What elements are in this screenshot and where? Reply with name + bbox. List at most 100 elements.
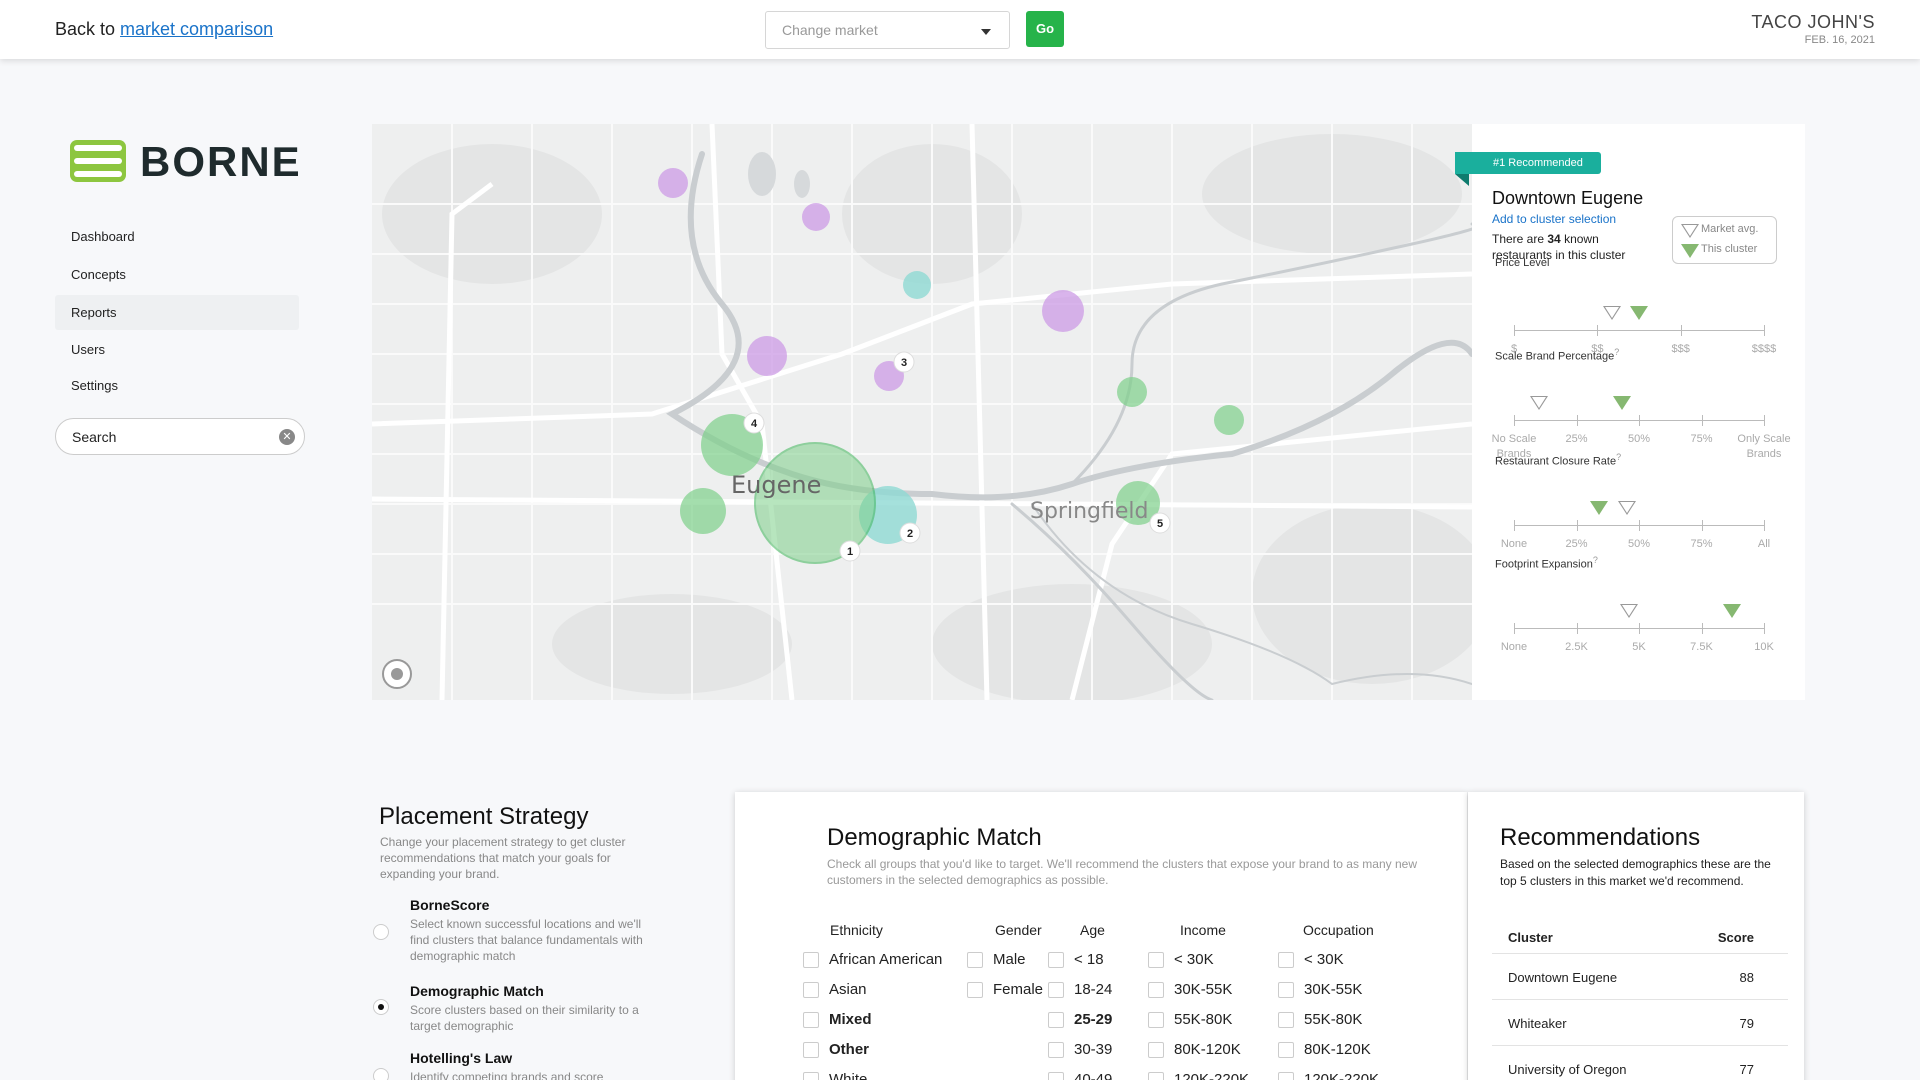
cluster-name: Downtown Eugene [1508, 970, 1618, 985]
checkbox[interactable] [1048, 982, 1064, 998]
checkbox[interactable] [803, 1042, 819, 1058]
checkbox[interactable] [1148, 952, 1164, 968]
checkbox-label: African American [829, 951, 943, 968]
cluster-bubble[interactable] [747, 336, 787, 376]
map-attribution-icon[interactable] [382, 659, 412, 689]
checkbox[interactable] [1148, 1072, 1164, 1080]
track-tick [1701, 623, 1703, 634]
help-icon[interactable]: ? [1593, 555, 1598, 565]
metric-track: None 25% 50% 75% All [1501, 501, 1770, 550]
checkbox-label: 80K-120K [1174, 1041, 1241, 1058]
checkbox-label: 30K-55K [1304, 981, 1363, 998]
checkbox[interactable] [1278, 1072, 1294, 1080]
help-icon[interactable]: ? [1616, 452, 1621, 462]
checkbox-label: 40-49 [1074, 1071, 1113, 1080]
cluster-bubble[interactable] [1214, 405, 1244, 435]
checkbox[interactable] [803, 1012, 819, 1028]
borne-logo[interactable]: BORNE [70, 138, 300, 185]
cluster-marker-2[interactable]: 2 [899, 522, 921, 544]
checkbox[interactable] [1148, 1042, 1164, 1058]
tick-label: 50% [1627, 433, 1651, 445]
cluster-bubble[interactable] [903, 271, 931, 299]
cluster-marker-4[interactable]: 4 [743, 412, 765, 434]
nav-reports[interactable]: Reports [55, 295, 299, 330]
help-icon[interactable]: ? [1614, 347, 1619, 357]
add-to-cluster-selection-link[interactable]: Add to cluster selection [1492, 212, 1616, 226]
checkbox[interactable] [967, 952, 983, 968]
legend: Market avg. This cluster [1672, 216, 1777, 264]
column-header: Occupation [1303, 922, 1374, 938]
checkbox[interactable] [1048, 1042, 1064, 1058]
checkbox[interactable] [1278, 952, 1294, 968]
checkbox[interactable] [1278, 982, 1294, 998]
search-value: Search [72, 429, 117, 445]
market-map[interactable]: Eugene Springfield 1 2 3 4 5 [372, 124, 1472, 700]
track-tick [1576, 520, 1578, 531]
svg-text:1: 1 [847, 546, 853, 558]
back-prefix: Back to [55, 19, 116, 39]
legend-market-avg: Market avg. [1701, 223, 1759, 235]
nav-concepts[interactable]: Concepts [55, 257, 299, 292]
checkbox[interactable] [1278, 1042, 1294, 1058]
bornescore-radio[interactable] [373, 924, 389, 940]
cluster-bubble[interactable] [802, 203, 830, 231]
checkbox-label: 120K-220K [1174, 1071, 1250, 1080]
checkbox[interactable] [1278, 1012, 1294, 1028]
table-row[interactable]: Downtown Eugene 88 [1492, 954, 1788, 1000]
market-comparison-link[interactable]: market comparison [120, 19, 273, 39]
this-cluster-marker-icon [1612, 396, 1631, 410]
cluster-bubble[interactable] [1117, 377, 1147, 407]
market-avg-marker-icon [1530, 396, 1548, 410]
checkbox[interactable] [1048, 952, 1064, 968]
go-button[interactable]: Go [1026, 11, 1064, 47]
tick-label: None [1500, 641, 1528, 653]
placement-strategy-title: Placement Strategy [379, 803, 589, 830]
cluster-score: 88 [1739, 970, 1754, 985]
this-cluster-marker-icon [1590, 501, 1608, 515]
checkbox[interactable] [803, 1072, 819, 1080]
tick-label: 2.5K [1565, 641, 1588, 653]
demographic-match-subtitle: Check all groups that you'd like to targ… [827, 857, 1417, 887]
column-header: Income [1180, 922, 1226, 938]
market-avg-marker-icon [1602, 306, 1621, 320]
checkbox[interactable] [1148, 982, 1164, 998]
cluster-marker-1[interactable]: 1 [839, 540, 861, 562]
hotellings-law-radio[interactable] [373, 1068, 389, 1080]
tick-label: $$$ [1671, 343, 1690, 355]
map-canvas[interactable]: Eugene Springfield 1 2 3 4 5 [372, 124, 1472, 700]
tick-label: 10K [1754, 641, 1774, 653]
checkbox[interactable] [1048, 1072, 1064, 1080]
nav-users[interactable]: Users [55, 332, 299, 367]
cluster-info-panel: #1 Recommended Downtown Eugene Add to cl… [1455, 124, 1805, 700]
cluster-name: Whiteaker [1508, 1016, 1567, 1031]
checkbox[interactable] [803, 952, 819, 968]
checkbox[interactable] [1148, 1012, 1164, 1028]
checkbox-label: < 30K [1174, 951, 1214, 968]
checkbox[interactable] [803, 982, 819, 998]
cluster-marker-5[interactable]: 5 [1149, 512, 1171, 534]
table-row[interactable]: University of Oregon 77 [1492, 1046, 1788, 1080]
logo-text: BORNE [140, 138, 302, 185]
cluster-marker-3[interactable]: 3 [893, 351, 915, 373]
demographic-match-radio[interactable] [373, 999, 389, 1015]
track-tick [1764, 415, 1765, 426]
search-input[interactable]: Search ✕ [55, 418, 305, 455]
nav-dashboard[interactable]: Dashboard [55, 219, 299, 254]
demographic-match-option-title: Demographic Match [410, 983, 544, 999]
cluster-bubble[interactable] [658, 168, 688, 198]
cluster-bubble[interactable] [1042, 290, 1084, 332]
checkbox-label: 30K-55K [1174, 981, 1233, 998]
clear-search-icon[interactable]: ✕ [279, 429, 295, 445]
checkbox[interactable] [967, 982, 983, 998]
cluster-bubble[interactable] [680, 488, 726, 534]
checkbox[interactable] [1048, 1012, 1064, 1028]
track-tick [1514, 520, 1515, 531]
recommendations-card: Recommendations Based on the selected de… [1468, 792, 1804, 1080]
checkbox-label: Mixed [829, 1011, 872, 1028]
top-bar: Back to market comparison Change market G… [0, 0, 1920, 59]
tick-label: None [1500, 538, 1528, 550]
change-market-select[interactable]: Change market [765, 11, 1010, 49]
table-row[interactable]: Whiteaker 79 [1492, 1000, 1788, 1046]
nav-settings[interactable]: Settings [55, 368, 299, 403]
this-cluster-marker-icon [1722, 604, 1741, 618]
